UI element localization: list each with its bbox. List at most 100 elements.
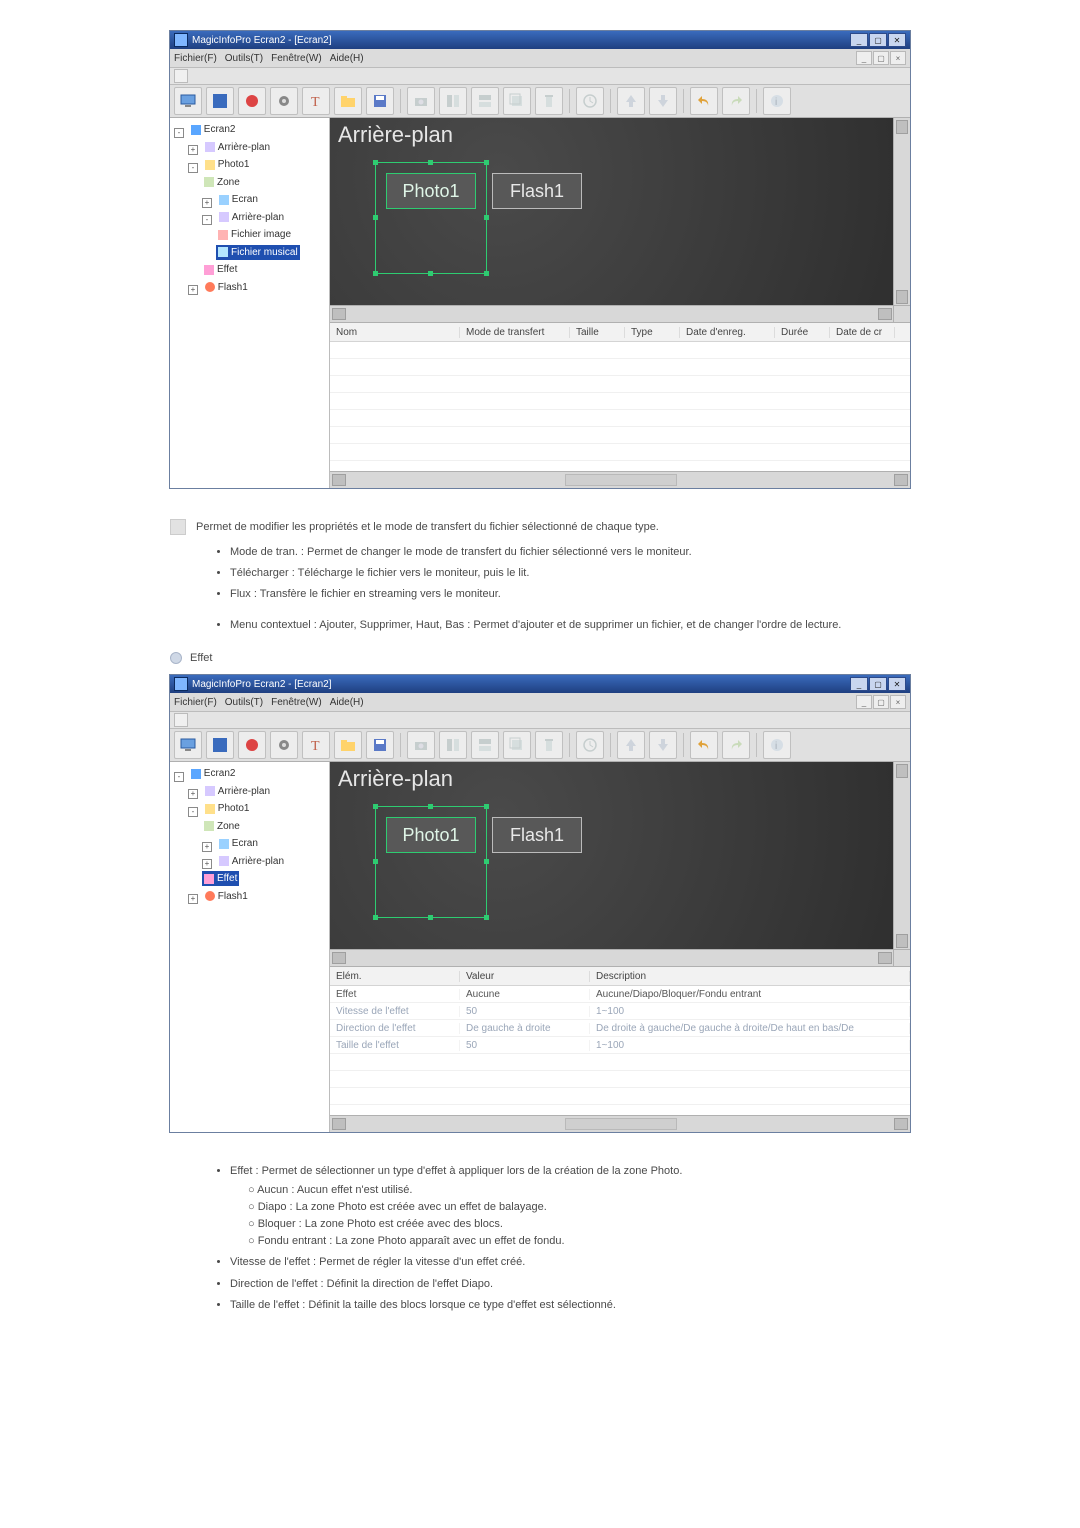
grid-horizontal-scrollbar[interactable] — [330, 471, 910, 488]
mdi-minimize-button[interactable]: _ — [856, 695, 872, 709]
menu-help[interactable]: Aide(H) — [330, 53, 364, 64]
tool-arrow-up-icon[interactable] — [617, 87, 645, 115]
menu-tools[interactable]: Outils(T) — [225, 697, 263, 708]
title-bar[interactable]: MagicInfoPro Ecran2 - [Ecran2] _ ▢ ✕ — [170, 31, 910, 49]
tree-bg[interactable]: Arrière-plan — [218, 784, 270, 799]
mdi-close-button[interactable]: × — [890, 695, 906, 709]
mdi-restore-button[interactable]: ▢ — [873, 695, 889, 709]
cell-value[interactable]: 50 — [460, 1006, 590, 1017]
expander-icon[interactable]: + — [202, 198, 212, 208]
menu-file[interactable]: Fichier(F) — [174, 697, 217, 708]
expander-icon[interactable]: - — [188, 807, 198, 817]
col-type[interactable]: Type — [625, 327, 680, 338]
tool-info-icon[interactable]: i — [763, 87, 791, 115]
expander-icon[interactable]: - — [202, 215, 212, 225]
tree-photo1[interactable]: Photo1 — [218, 801, 250, 816]
expander-icon[interactable]: - — [188, 163, 198, 173]
cell-value[interactable]: 50 — [460, 1040, 590, 1051]
col-name[interactable]: Nom — [330, 327, 460, 338]
maximize-button[interactable]: ▢ — [869, 677, 887, 691]
tree-panel[interactable]: - Ecran2 + Arrière-plan - Photo1 Zone + … — [170, 762, 330, 1132]
tree-zone[interactable]: Zone — [217, 175, 240, 190]
tool-time-icon[interactable] — [576, 87, 604, 115]
close-button[interactable]: ✕ — [888, 33, 906, 47]
tool-undo-icon[interactable] — [690, 731, 718, 759]
flash-box[interactable]: Flash1 — [492, 173, 582, 209]
tree-bg2[interactable]: Arrière-plan — [232, 854, 284, 869]
vertical-scrollbar[interactable] — [893, 762, 910, 950]
tree-panel[interactable]: - Ecran2 + Arrière-plan - Photo1 Zone + … — [170, 118, 330, 488]
minimize-button[interactable]: _ — [850, 33, 868, 47]
grid-horizontal-scrollbar[interactable] — [330, 1115, 910, 1132]
table-row[interactable]: Direction de l'effet De gauche à droite … — [330, 1020, 910, 1037]
tool-delete-icon[interactable] — [535, 87, 563, 115]
tool-monitor-icon[interactable] — [174, 731, 202, 759]
expander-icon[interactable]: - — [174, 772, 184, 782]
tree-bg2[interactable]: Arrière-plan — [232, 210, 284, 225]
tool-monitor-icon[interactable] — [174, 87, 202, 115]
tool-time-icon[interactable] — [576, 731, 604, 759]
mdi-minimize-button[interactable]: _ — [856, 51, 872, 65]
tool-screen-icon[interactable] — [206, 87, 234, 115]
tree-effect[interactable]: Effet — [217, 262, 237, 277]
tool-camera-icon[interactable] — [407, 87, 435, 115]
horizontal-scrollbar[interactable] — [330, 949, 894, 966]
col-crdate[interactable]: Date de cr — [830, 327, 895, 338]
photo-box[interactable]: Photo1 — [386, 173, 476, 209]
table-row[interactable]: Effet Aucune Aucune/Diapo/Bloquer/Fondu … — [330, 986, 910, 1003]
tool-folder-icon[interactable] — [334, 731, 362, 759]
tool-camera-icon[interactable] — [407, 731, 435, 759]
col-size[interactable]: Taille — [570, 327, 625, 338]
tool-redo-icon[interactable] — [722, 87, 750, 115]
expander-icon[interactable]: + — [188, 145, 198, 155]
menu-help[interactable]: Aide(H) — [330, 697, 364, 708]
tree-ecran[interactable]: Ecran — [232, 192, 258, 207]
tree-ecran[interactable]: Ecran — [232, 836, 258, 851]
expander-icon[interactable]: + — [188, 894, 198, 904]
tool-arrow-up-icon[interactable] — [617, 731, 645, 759]
canvas-stage[interactable]: Arrière-plan Photo1 Flash1 — [330, 118, 894, 306]
tree-flash[interactable]: Flash1 — [218, 280, 248, 295]
tool-red-icon[interactable] — [238, 87, 266, 115]
expander-icon[interactable]: + — [188, 789, 198, 799]
tool-text-icon[interactable]: T — [302, 87, 330, 115]
tool-delete-icon[interactable] — [535, 731, 563, 759]
table-row[interactable]: Vitesse de l'effet 50 1~100 — [330, 1003, 910, 1020]
tool-gear-icon[interactable] — [270, 731, 298, 759]
tool-info-icon[interactable]: i — [763, 731, 791, 759]
col-desc[interactable]: Description — [590, 971, 910, 982]
tool-align3-icon[interactable] — [503, 731, 531, 759]
close-button[interactable]: ✕ — [888, 677, 906, 691]
expander-icon[interactable]: + — [202, 859, 212, 869]
tool-folder-icon[interactable] — [334, 87, 362, 115]
maximize-button[interactable]: ▢ — [869, 33, 887, 47]
menu-window[interactable]: Fenêtre(W) — [271, 697, 322, 708]
tool-align2-icon[interactable] — [471, 87, 499, 115]
col-transfer-mode[interactable]: Mode de transfert — [460, 327, 570, 338]
tool-redo-icon[interactable] — [722, 731, 750, 759]
menu-file[interactable]: Fichier(F) — [174, 53, 217, 64]
grid-body[interactable]: Effet Aucune Aucune/Diapo/Bloquer/Fondu … — [330, 986, 910, 1115]
tool-save-icon[interactable] — [366, 87, 394, 115]
tree-flash[interactable]: Flash1 — [218, 889, 248, 904]
tool-arrow-down-icon[interactable] — [649, 87, 677, 115]
flash-box[interactable]: Flash1 — [492, 817, 582, 853]
title-bar[interactable]: MagicInfoPro Ecran2 - [Ecran2] _ ▢ ✕ — [170, 675, 910, 693]
tool-text-icon[interactable]: T — [302, 731, 330, 759]
expander-icon[interactable]: - — [174, 128, 184, 138]
vertical-scrollbar[interactable] — [893, 118, 910, 306]
menu-window[interactable]: Fenêtre(W) — [271, 53, 322, 64]
expander-icon[interactable]: + — [188, 285, 198, 295]
col-elem[interactable]: Elém. — [330, 971, 460, 982]
tool-arrow-down-icon[interactable] — [649, 731, 677, 759]
mdi-close-button[interactable]: × — [890, 51, 906, 65]
tool-gear-icon[interactable] — [270, 87, 298, 115]
expander-icon[interactable]: + — [202, 842, 212, 852]
cell-value[interactable]: De gauche à droite — [460, 1023, 590, 1034]
horizontal-scrollbar[interactable] — [330, 305, 894, 322]
tree-music-selected[interactable]: Fichier musical — [231, 245, 298, 260]
tree-zone[interactable]: Zone — [217, 819, 240, 834]
tool-undo-icon[interactable] — [690, 87, 718, 115]
photo-box[interactable]: Photo1 — [386, 817, 476, 853]
tool-align3-icon[interactable] — [503, 87, 531, 115]
